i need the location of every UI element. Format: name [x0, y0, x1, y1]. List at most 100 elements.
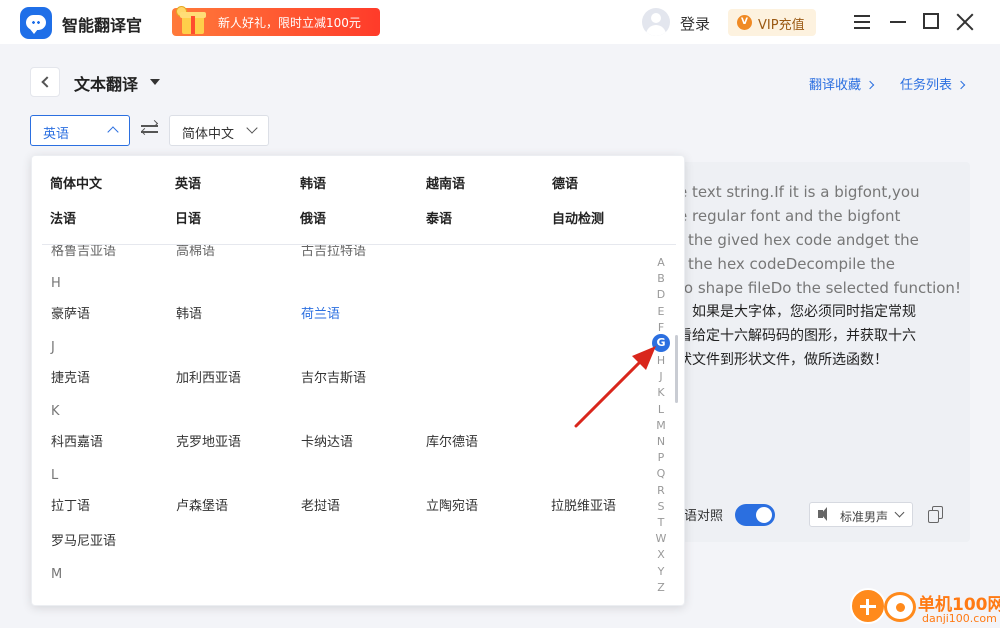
minimize-icon[interactable]	[888, 12, 908, 32]
alphabet-index-letter[interactable]: P	[652, 451, 670, 464]
chevron-right-icon	[865, 80, 875, 90]
back-button[interactable]	[30, 67, 60, 97]
source-language-select[interactable]: 英语	[30, 115, 130, 146]
user-avatar-icon[interactable]	[642, 8, 670, 36]
watermark-play-icon	[884, 592, 916, 622]
alphabet-index-letter[interactable]: J	[652, 370, 670, 383]
alphabet-index-letter[interactable]: N	[652, 435, 670, 448]
language-item[interactable]: 立陶宛语	[426, 495, 478, 514]
result-line: 看给定十六解码码的图形，并获取十六	[678, 328, 916, 344]
result-line: e text string.If it is a bigfont,you	[678, 183, 920, 201]
popular-language-item[interactable]: 德语	[552, 173, 578, 192]
alphabet-index-letter[interactable]: L	[652, 403, 670, 416]
popular-language-item[interactable]: 韩语	[300, 173, 326, 192]
language-item[interactable]: 卡纳达语	[301, 431, 353, 450]
target-language-select[interactable]: 简体中文	[169, 115, 269, 146]
favorites-link[interactable]: 翻译收藏	[809, 74, 875, 93]
alphabet-index-letter[interactable]: H	[652, 354, 670, 367]
result-line: e regular font and the bigfont	[678, 207, 901, 225]
result-line: 状文件到形状文件，做所选函数！	[678, 352, 888, 368]
dropdown-scrollbar[interactable]	[675, 335, 678, 403]
language-item[interactable]: 库尔德语	[426, 431, 478, 450]
language-item[interactable]: 高棉语	[176, 245, 215, 259]
language-list[interactable]: 格鲁吉亚语 高棉语 古吉拉特语 H 豪萨语 韩语 荷兰语 J 捷克语 加利西亚语 吉尔吉斯语 K 科西嘉…	[32, 245, 642, 605]
popular-language-item[interactable]: 泰语	[426, 208, 452, 227]
alphabet-index-letter[interactable]: Q	[652, 467, 670, 480]
translation-result-text: e text string.If it is a bigfont,you e re…	[640, 180, 970, 372]
language-item[interactable]: 克罗地亚语	[176, 431, 241, 450]
language-item[interactable]: 拉脱维亚语	[551, 495, 616, 514]
alphabet-index-letter[interactable]: R	[652, 484, 670, 497]
page-title[interactable]: 文本翻译	[74, 71, 138, 95]
language-item[interactable]: 卢森堡语	[176, 495, 228, 514]
language-item[interactable]: 罗马尼亚语	[51, 530, 116, 549]
alphabet-index-letter[interactable]: Y	[652, 565, 670, 578]
voice-select[interactable]: 标准男声	[809, 502, 913, 527]
caret-down-icon[interactable]	[150, 79, 160, 85]
close-icon[interactable]	[955, 12, 975, 32]
alphabet-index-letter[interactable]: A	[652, 256, 670, 269]
alphabet-index-letter[interactable]: T	[652, 516, 670, 529]
alphabet-index-letter[interactable]: B	[652, 272, 670, 285]
language-item[interactable]: 加利西亚语	[176, 367, 241, 386]
result-line: f the gived hex code andget the	[678, 231, 919, 249]
bilingual-compare-label: 语对照	[684, 509, 724, 524]
group-letter: J	[51, 340, 55, 355]
chevron-right-icon	[956, 80, 966, 90]
gift-icon	[176, 6, 210, 36]
alphabet-index-letter[interactable]: E	[652, 305, 670, 318]
popular-language-item[interactable]: 简体中文	[50, 173, 102, 192]
alphabet-index-letter[interactable]: K	[652, 386, 670, 399]
language-item[interactable]: 老挝语	[301, 495, 340, 514]
language-item[interactable]: 豪萨语	[51, 303, 90, 322]
maximize-icon[interactable]	[922, 12, 942, 32]
language-item[interactable]: 古吉拉特语	[301, 245, 366, 259]
alphabet-index-letter[interactable]: W	[652, 532, 670, 545]
swap-languages-icon[interactable]	[140, 119, 160, 137]
alphabet-index-letter[interactable]: X	[652, 548, 670, 561]
group-letter: K	[51, 404, 60, 419]
language-item[interactable]: 捷克语	[51, 367, 90, 386]
group-letter: L	[51, 468, 59, 483]
alphabet-index-letter[interactable]: M	[652, 419, 670, 432]
chevron-down-icon	[246, 122, 258, 134]
bilingual-compare-toggle[interactable]	[735, 504, 775, 526]
copy-icon[interactable]	[928, 506, 944, 523]
group-letter: M	[51, 567, 63, 582]
alphabet-index-letter[interactable]: D	[652, 288, 670, 301]
chevron-up-icon	[107, 126, 119, 138]
popular-language-item[interactable]: 俄语	[300, 208, 326, 227]
app-logo-icon	[20, 7, 52, 39]
alphabet-index-letter[interactable]: Z	[652, 581, 670, 594]
result-line: f the hex codeDecompile the	[678, 255, 896, 273]
title-bar: 智能翻译官 新人好礼，限时立减100元 登录 V VIP充值	[0, 0, 1000, 44]
speaker-icon	[818, 507, 827, 521]
promo-text: 新人好礼，限时立减100元	[218, 16, 361, 30]
watermark-url: danji100.com	[922, 612, 997, 625]
watermark-logo-icon	[850, 588, 886, 624]
popular-language-item[interactable]: 英语	[175, 173, 201, 192]
popular-language-item[interactable]: 日语	[175, 208, 201, 227]
group-letter: H	[51, 276, 61, 291]
translation-result-panel[interactable]: e text string.If it is a bigfont,you e re…	[640, 162, 970, 542]
language-item[interactable]: 格鲁吉亚语	[51, 245, 116, 259]
alphabet-index-letter[interactable]: S	[652, 500, 670, 513]
alphabet-index-letter[interactable]: G	[652, 334, 670, 352]
language-item[interactable]: 拉丁语	[51, 495, 90, 514]
language-item[interactable]: 荷兰语	[301, 303, 340, 322]
target-language-value: 简体中文	[182, 127, 235, 142]
popular-language-item[interactable]: 法语	[50, 208, 76, 227]
language-item[interactable]: 吉尔吉斯语	[301, 367, 366, 386]
popular-language-item[interactable]: 越南语	[426, 173, 465, 192]
login-link[interactable]: 登录	[680, 13, 710, 34]
menu-icon[interactable]	[852, 12, 872, 32]
vip-recharge-button[interactable]: V VIP充值	[728, 9, 816, 36]
language-item[interactable]: 韩语	[176, 303, 202, 322]
language-dropdown: 简体中文 英语 韩语 越南语 德语 法语 日语 俄语 泰语 自动检测 格鲁吉亚语 高棉语 古吉拉特语 H…	[31, 155, 685, 606]
promo-banner[interactable]: 新人好礼，限时立减100元	[172, 6, 380, 36]
popular-language-item[interactable]: 自动检测	[552, 208, 604, 227]
alphabet-index-letter[interactable]: F	[652, 321, 670, 334]
task-list-link[interactable]: 任务列表	[900, 74, 966, 93]
app-title: 智能翻译官	[62, 16, 143, 35]
language-item[interactable]: 科西嘉语	[51, 431, 103, 450]
